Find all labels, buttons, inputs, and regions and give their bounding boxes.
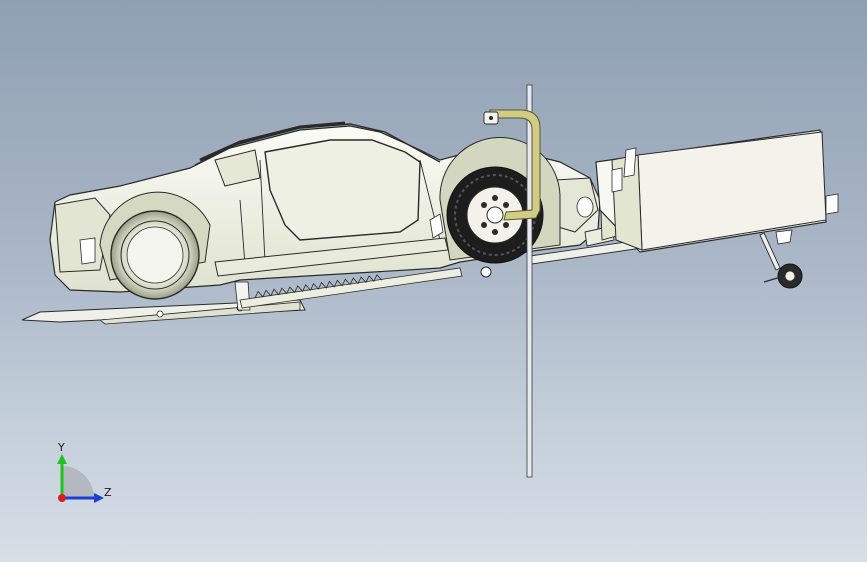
triad-y-arrow bbox=[57, 454, 67, 464]
triad-x-dot bbox=[58, 494, 66, 502]
triad-z-arrow bbox=[94, 493, 104, 503]
caster-wheel[interactable] bbox=[763, 263, 803, 289]
cad-viewport[interactable]: Y Z bbox=[0, 0, 867, 562]
triad-y-label: Y bbox=[58, 441, 65, 454]
rear-wheel[interactable] bbox=[110, 210, 200, 300]
cad-scene bbox=[21, 84, 839, 478]
vertical-rod[interactable] bbox=[526, 84, 533, 478]
triad-z-label: Z bbox=[104, 486, 112, 499]
triad-quadrant bbox=[62, 466, 94, 498]
